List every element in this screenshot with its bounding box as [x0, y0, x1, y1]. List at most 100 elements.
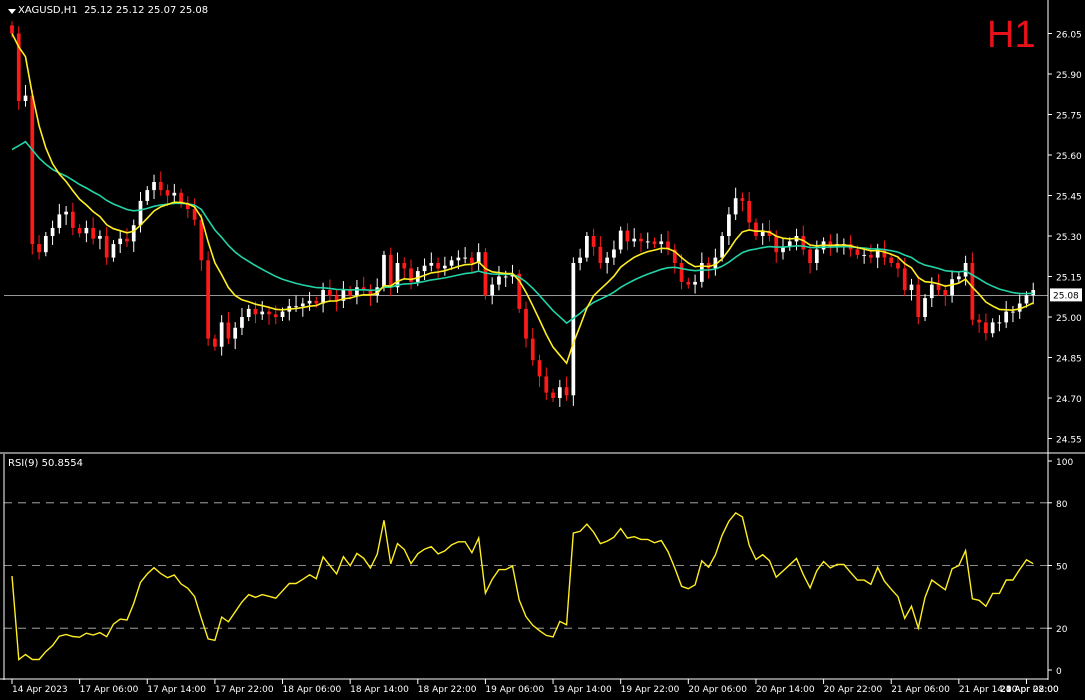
bear-candle: [37, 244, 41, 253]
slow-ma-line: [11, 140, 1034, 325]
bull-candle: [442, 265, 447, 269]
bear-candle: [639, 238, 643, 242]
bull-candle: [659, 241, 664, 245]
bear-candle: [125, 238, 129, 242]
time-tick-label: 18 Apr 22:00: [418, 685, 477, 695]
bear-candle: [984, 322, 988, 334]
bull-candle: [145, 190, 150, 201]
rsi-tick-label: 20: [1056, 625, 1068, 635]
chart-stage[interactable]: 26.05 25.90 25.75 25.60 25.45 25.30 25.15 25.00…: [0, 0, 1085, 700]
bull-candle: [300, 303, 305, 307]
bull-candle: [152, 182, 156, 191]
bull-candle: [645, 241, 650, 243]
bull-candle: [503, 276, 508, 278]
bear-candle: [537, 360, 542, 377]
time-tick-label: 24 Apr 08:00: [1000, 685, 1059, 695]
rsi-line: [11, 511, 1034, 661]
bear-candle: [869, 254, 873, 258]
bull-candle: [862, 254, 867, 256]
rsi-tick-label: 80: [1056, 500, 1068, 510]
bull-candle: [956, 276, 961, 280]
bear-candle: [213, 338, 217, 347]
time-tick-label: 19 Apr 14:00: [553, 685, 612, 695]
bull-candle: [118, 238, 123, 245]
bull-candle: [733, 198, 738, 215]
bear-candle: [530, 338, 535, 361]
bull-candle: [963, 263, 968, 277]
price-panel[interactable]: [4, 21, 1048, 407]
symbol-label: XAGUSD,H1: [18, 5, 78, 16]
bear-candle: [970, 263, 975, 320]
bull-candle: [50, 227, 55, 236]
price-tick-label: 25.30: [1056, 233, 1082, 243]
bear-candle: [436, 263, 440, 269]
bear-candle: [808, 249, 812, 263]
bear-candle: [91, 227, 96, 239]
bull-candle: [307, 300, 312, 304]
bull-candle: [990, 322, 995, 334]
bull-candle: [172, 192, 177, 196]
bear-candle: [679, 263, 684, 282]
bear-candle: [524, 308, 528, 339]
time-tick-label: 18 Apr 14:00: [350, 685, 409, 695]
bear-candle: [855, 249, 860, 255]
bull-candle: [294, 306, 298, 308]
bear-candle: [943, 290, 948, 296]
price-tick-label: 25.75: [1056, 112, 1082, 122]
bull-candle: [578, 257, 582, 263]
fast-ma-line: [11, 33, 1034, 365]
bull-candle: [463, 257, 467, 259]
bull-candle: [571, 263, 576, 396]
bear-candle: [889, 257, 894, 263]
bull-candle: [557, 387, 562, 398]
rsi-panel[interactable]: [4, 502, 1048, 661]
bear-candle: [598, 246, 603, 263]
bear-candle: [30, 95, 35, 245]
bull-candle: [422, 265, 427, 272]
bear-candle: [896, 263, 900, 269]
bear-candle: [253, 308, 258, 315]
bull-candle: [490, 284, 495, 296]
bull-candle: [84, 227, 89, 234]
bull-candle: [497, 276, 501, 285]
bear-candle: [544, 376, 549, 393]
bear-candle: [71, 211, 75, 228]
bear-candle: [551, 392, 555, 398]
bear-candle: [740, 198, 745, 201]
time-tick-label: 17 Apr 22:00: [215, 685, 274, 695]
bull-candle: [246, 308, 251, 317]
bear-candle: [388, 254, 393, 288]
chart-menu-arrow-icon[interactable]: [8, 9, 16, 14]
bear-candle: [977, 319, 981, 323]
bear-candle: [652, 241, 657, 245]
bear-candle: [273, 314, 278, 317]
bull-candle: [260, 311, 265, 315]
bear-candle: [882, 249, 887, 258]
bull-candle: [131, 225, 136, 242]
bull-candle: [727, 214, 731, 236]
ohlc-readout: 25.12 25.12 25.07 25.08: [84, 5, 209, 16]
chart-header: XAGUSD,H1 25.12 25.12 25.07 25.08: [18, 5, 208, 16]
price-tick-label: 24.85: [1056, 355, 1082, 365]
rsi-tick-label: 100: [1056, 458, 1073, 468]
bull-candle: [1004, 311, 1009, 323]
bear-candle: [754, 222, 758, 236]
bull-candle: [618, 230, 623, 250]
bear-candle: [564, 387, 569, 396]
bull-candle: [929, 284, 934, 299]
time-tick-label: 17 Apr 14:00: [147, 685, 206, 695]
bull-candle: [233, 327, 238, 339]
bear-candle: [916, 284, 921, 317]
bull-candle: [111, 244, 116, 258]
bull-candle: [57, 214, 62, 228]
bear-candle: [591, 236, 596, 247]
rsi-tick-label: 50: [1056, 563, 1068, 573]
time-tick-label: 18 Apr 06:00: [283, 685, 342, 695]
time-tick-label: 21 Apr 06:00: [891, 685, 950, 695]
bull-candle: [720, 236, 724, 258]
rsi-tick-label: 0: [1056, 667, 1062, 677]
bull-candle: [456, 257, 461, 261]
bull-candle: [240, 317, 244, 328]
bear-candle: [206, 260, 210, 339]
bull-candle: [632, 238, 637, 242]
